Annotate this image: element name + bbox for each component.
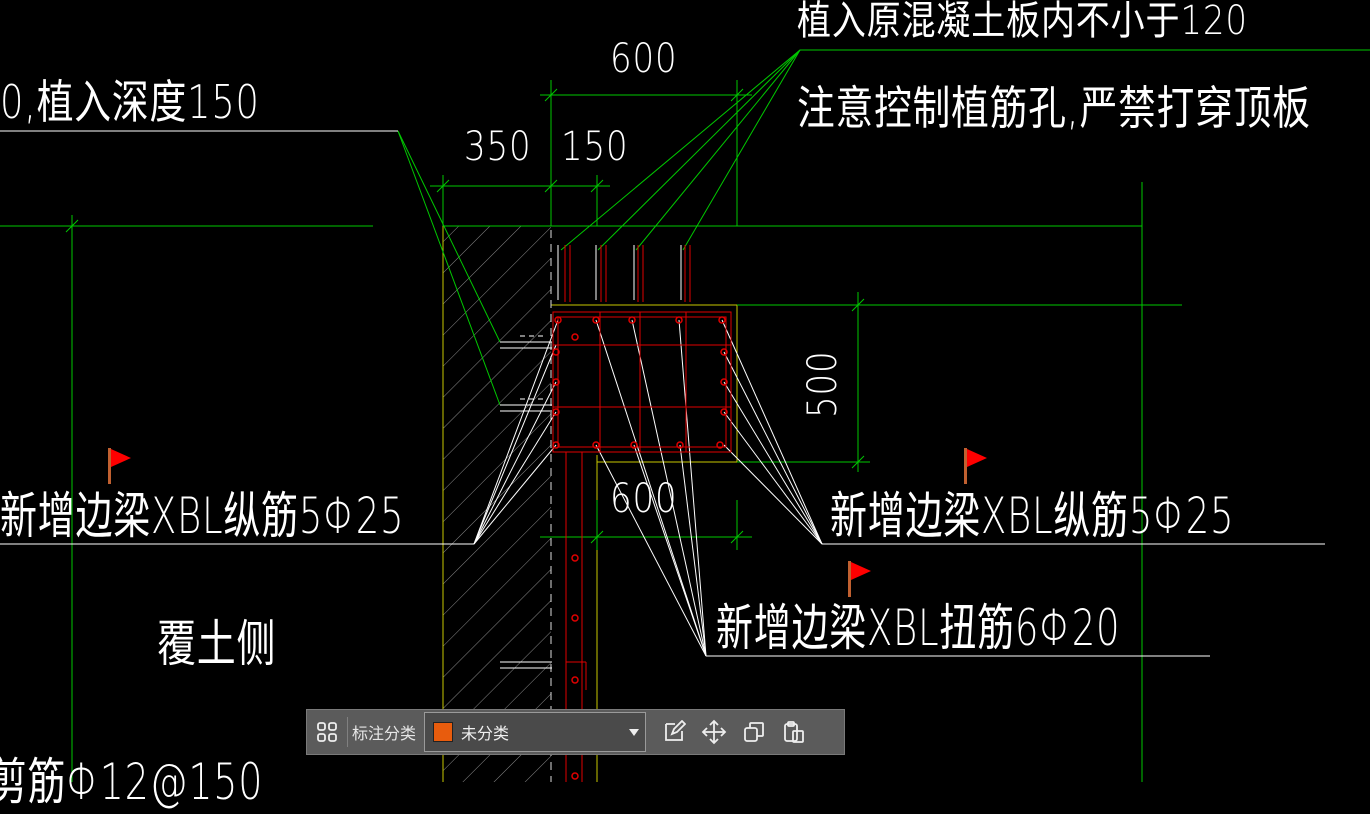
note-embed-depth: 0,植入深度150 xyxy=(0,75,260,129)
label-left-longitudinal-rebar: 新增边梁XBL纵筋5Φ25 xyxy=(0,487,405,545)
dimension-350: 350 xyxy=(464,124,532,170)
dimension-600-top: 600 xyxy=(610,36,678,82)
category-color-swatch xyxy=(433,722,454,742)
category-select[interactable]: 未分类 xyxy=(424,712,647,752)
leader-lines xyxy=(0,130,1325,657)
move-icon[interactable] xyxy=(694,709,734,755)
flag-marker-icon[interactable] xyxy=(846,559,872,599)
existing-wall-hatch xyxy=(443,226,551,782)
label-torsion-rebar: 新增边梁XBL扭筋6Φ20 xyxy=(716,599,1121,657)
grid-icon[interactable] xyxy=(307,709,347,755)
paste-icon[interactable] xyxy=(774,709,814,755)
flag-marker-icon[interactable] xyxy=(106,446,132,486)
category-value: 未分类 xyxy=(461,724,510,743)
label-soil-side: 覆土侧 xyxy=(157,615,277,673)
label-cut-rebar: 后剪筋Φ12@150 xyxy=(0,753,264,811)
chevron-down-icon xyxy=(629,729,640,736)
dimension-500: 500 xyxy=(800,350,846,418)
dimension-150: 150 xyxy=(561,124,629,170)
label-right-longitudinal-rebar: 新增边梁XBL纵筋5Φ25 xyxy=(830,487,1235,545)
copy-icon[interactable] xyxy=(734,709,774,755)
dimension-600-bottom: 600 xyxy=(610,476,678,522)
edit-icon[interactable] xyxy=(654,709,694,755)
note-anchorage-depth: 植入原混凝土板内不小于120 xyxy=(797,0,1248,44)
note-drill-control: 注意控制植筋孔,严禁打穿顶板 xyxy=(797,81,1311,135)
annotation-toolbar: 标注分类 未分类 xyxy=(306,709,845,755)
flag-marker-icon[interactable] xyxy=(962,446,988,486)
category-label: 标注分类 xyxy=(352,724,417,743)
